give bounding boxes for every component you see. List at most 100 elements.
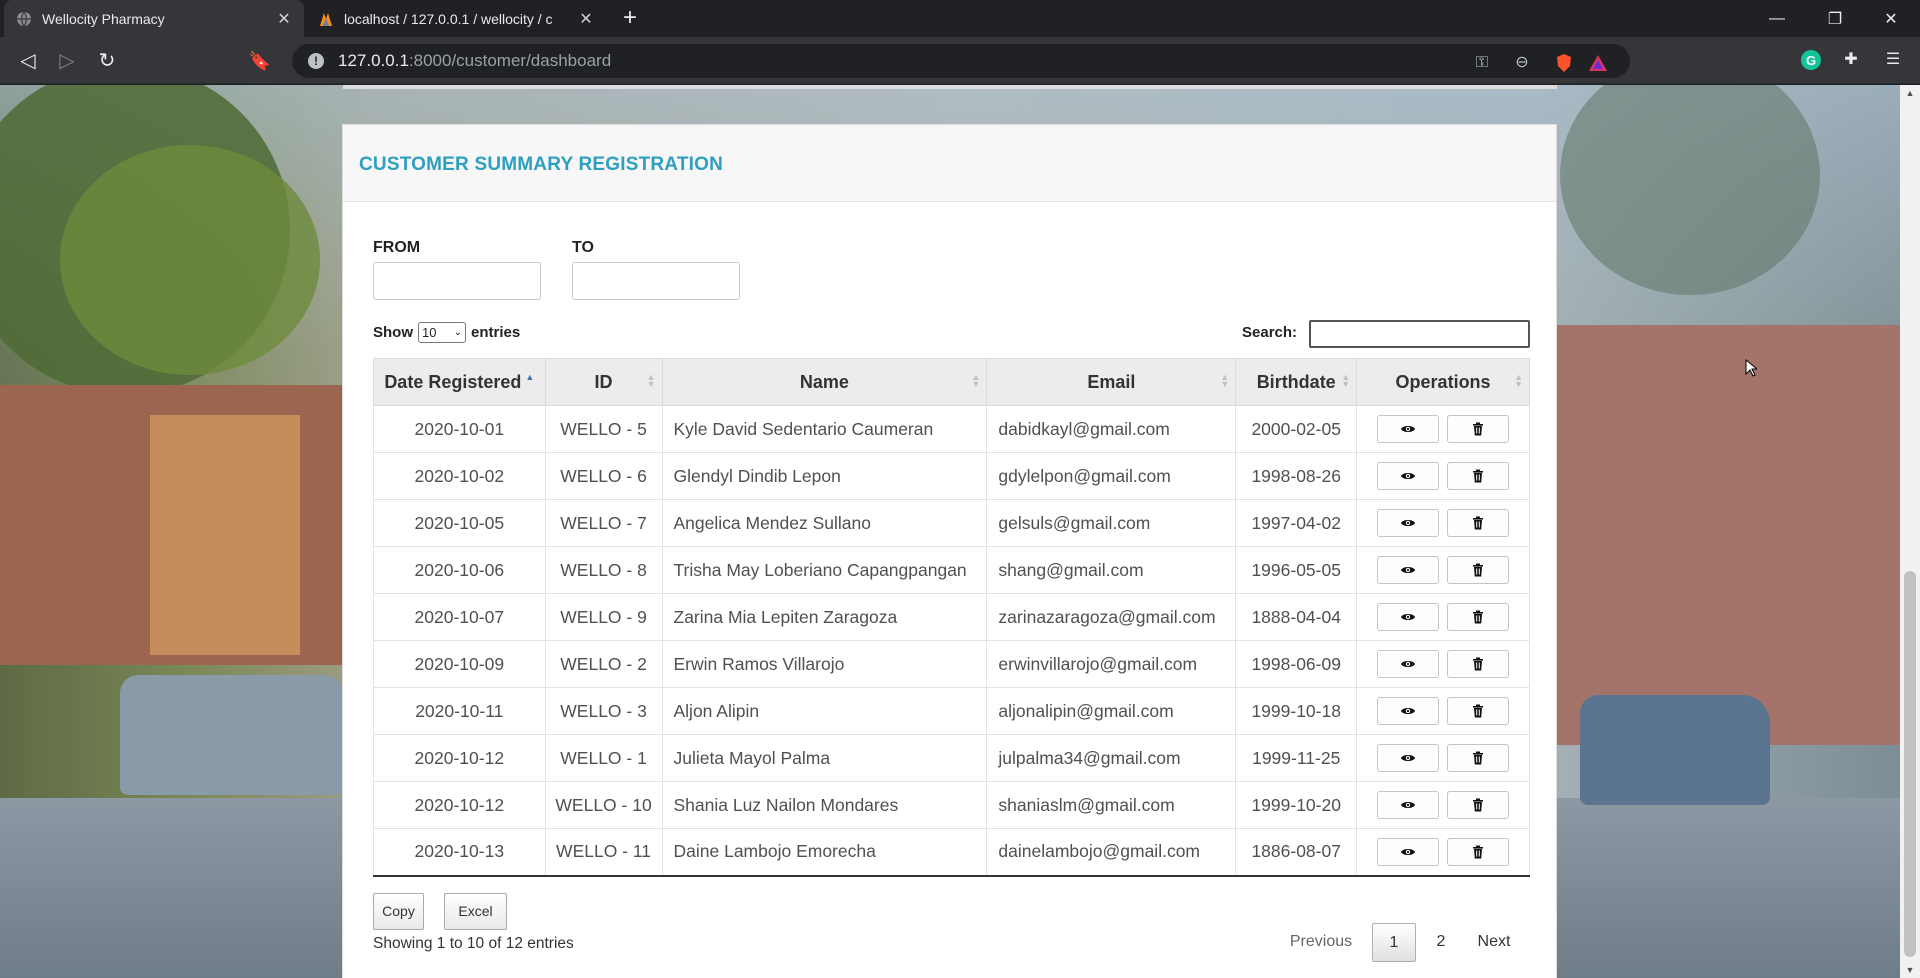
- cell-birthdate: 1999-10-18: [1235, 687, 1358, 735]
- background-building: [1557, 325, 1900, 745]
- brave-rewards-icon[interactable]: [1588, 53, 1608, 73]
- search-input[interactable]: [1309, 320, 1530, 348]
- cell-email: gdylelpon@gmail.com: [986, 452, 1237, 500]
- scrollbar-thumb[interactable]: [1904, 571, 1916, 957]
- previous-section-edge: [343, 85, 1557, 89]
- page-scrollbar[interactable]: ▲ ▼: [1900, 85, 1920, 978]
- table-row: 2020-10-13 WELLO - 11 Daine Lambojo Emorec…: [373, 828, 1530, 877]
- extensions-icon[interactable]: ✚: [1840, 49, 1862, 71]
- cell-email: julpalma34@gmail.com: [986, 734, 1237, 782]
- column-header-date-registered[interactable]: Date Registered ▲: [373, 358, 546, 406]
- cell-id: WELLO - 2: [544, 640, 663, 688]
- view-button[interactable]: [1377, 697, 1440, 725]
- show-label: Show: [373, 324, 413, 341]
- delete-button[interactable]: [1447, 697, 1510, 725]
- delete-button[interactable]: [1447, 603, 1510, 631]
- table-info: Showing 1 to 10 of 12 entries: [373, 935, 574, 952]
- background-tree: [1560, 85, 1820, 295]
- view-button[interactable]: [1377, 650, 1440, 678]
- page-2-button[interactable]: 2: [1421, 923, 1461, 962]
- background-building: [150, 415, 300, 655]
- back-icon[interactable]: ◁: [14, 47, 42, 75]
- scroll-up-icon[interactable]: ▲: [1900, 85, 1920, 101]
- previous-page-button[interactable]: Previous: [1277, 923, 1365, 962]
- column-header-name[interactable]: Name ▲ ▼: [661, 358, 988, 406]
- cell-date-registered: 2020-10-02: [373, 452, 546, 500]
- excel-button[interactable]: Excel: [444, 893, 507, 930]
- copy-button[interactable]: Copy: [373, 893, 424, 930]
- menu-icon[interactable]: ☰: [1882, 49, 1904, 71]
- delete-button[interactable]: [1447, 837, 1510, 866]
- restore-window-icon[interactable]: ❐: [1806, 0, 1864, 37]
- cell-id: WELLO - 9: [544, 593, 663, 641]
- view-button[interactable]: [1377, 509, 1440, 537]
- table-row: 2020-10-12 WELLO - 1 Julieta Mayol Palma ju…: [373, 734, 1530, 782]
- cell-id: WELLO - 11: [544, 828, 663, 877]
- close-window-icon[interactable]: ✕: [1862, 0, 1920, 37]
- close-tab-icon[interactable]: ✕: [276, 9, 292, 29]
- zoom-out-icon[interactable]: ⊖: [1512, 53, 1532, 73]
- key-icon[interactable]: ⚿: [1472, 53, 1492, 73]
- table-header-row: Date Registered ▲ ID ▲ ▼ Name ▲ ▼ Email ▲ ▼ Bir…: [373, 358, 1530, 406]
- view-button[interactable]: [1377, 603, 1440, 631]
- column-header-birthdate[interactable]: Birthdate ▲ ▼: [1235, 358, 1358, 406]
- from-date-input[interactable]: [373, 262, 541, 300]
- view-button[interactable]: [1377, 837, 1440, 866]
- view-button[interactable]: [1377, 415, 1440, 443]
- column-header-operations[interactable]: Operations ▲ ▼: [1356, 358, 1530, 406]
- delete-button[interactable]: [1447, 462, 1510, 490]
- svg-text:G: G: [1806, 53, 1816, 68]
- view-button[interactable]: [1377, 791, 1440, 819]
- sort-icon: ▲ ▼: [1514, 372, 1523, 389]
- tab-phpmyadmin[interactable]: localhost / 127.0.0.1 / wellocity / c ✕: [306, 0, 606, 37]
- view-button[interactable]: [1377, 462, 1440, 490]
- close-tab-icon[interactable]: ✕: [578, 9, 594, 29]
- page-1-button[interactable]: 1: [1372, 923, 1416, 962]
- column-header-email[interactable]: Email ▲ ▼: [986, 358, 1237, 406]
- cell-name: Aljon Alipin: [661, 687, 988, 735]
- cell-id: WELLO - 6: [544, 452, 663, 500]
- cell-name: Trisha May Loberiano Capangpangan: [661, 546, 988, 594]
- delete-button[interactable]: [1447, 556, 1510, 584]
- brave-shield-icon[interactable]: [1554, 53, 1574, 73]
- delete-button[interactable]: [1447, 509, 1510, 537]
- bookmark-icon[interactable]: 🔖: [246, 47, 274, 75]
- forward-icon[interactable]: ▷: [53, 47, 81, 75]
- address-bar[interactable]: ! 127.0.0.1:8000/customer/dashboard ⚿ ⊖: [292, 44, 1630, 78]
- column-header-id[interactable]: ID ▲ ▼: [544, 358, 663, 406]
- delete-button[interactable]: [1447, 650, 1510, 678]
- cell-email: shang@gmail.com: [986, 546, 1237, 594]
- url-text: 127.0.0.1:8000/customer/dashboard: [338, 51, 612, 70]
- delete-button[interactable]: [1447, 415, 1510, 443]
- entries-select[interactable]: 10 ⌄: [418, 322, 466, 343]
- reload-icon[interactable]: ↻: [93, 47, 121, 75]
- next-page-button[interactable]: Next: [1465, 923, 1523, 962]
- cell-name: Angelica Mendez Sullano: [661, 499, 988, 547]
- cell-date-registered: 2020-10-01: [373, 405, 546, 453]
- tab-title: Wellocity Pharmacy: [42, 10, 165, 27]
- tab-wellocity-pharmacy[interactable]: Wellocity Pharmacy ✕: [4, 0, 304, 37]
- search-label: Search:: [1242, 324, 1298, 341]
- cell-name: Daine Lambojo Emorecha: [661, 828, 988, 877]
- to-date-input[interactable]: [572, 262, 740, 300]
- entries-label: entries: [471, 324, 521, 341]
- cell-email: dabidkayl@gmail.com: [986, 405, 1237, 453]
- cell-birthdate: 1998-06-09: [1235, 640, 1358, 688]
- delete-button[interactable]: [1447, 744, 1510, 772]
- view-button[interactable]: [1377, 744, 1440, 772]
- new-tab-button[interactable]: +: [616, 5, 644, 33]
- cell-name: Glendyl Dindib Lepon: [661, 452, 988, 500]
- site-info-icon[interactable]: !: [308, 53, 324, 69]
- cell-operations: [1356, 640, 1530, 688]
- cell-operations: [1356, 452, 1530, 500]
- cell-birthdate: 1999-10-20: [1235, 781, 1358, 829]
- sort-icon: ▲ ▼: [971, 372, 981, 389]
- minimize-window-icon[interactable]: —: [1748, 0, 1806, 37]
- scroll-down-icon[interactable]: ▼: [1900, 962, 1920, 978]
- globe-icon: [17, 11, 31, 26]
- grammarly-icon[interactable]: G: [1800, 49, 1822, 71]
- phpmyadmin-icon: [320, 12, 332, 26]
- view-button[interactable]: [1377, 556, 1440, 584]
- cell-birthdate: 1999-11-25: [1235, 734, 1358, 782]
- delete-button[interactable]: [1447, 791, 1510, 819]
